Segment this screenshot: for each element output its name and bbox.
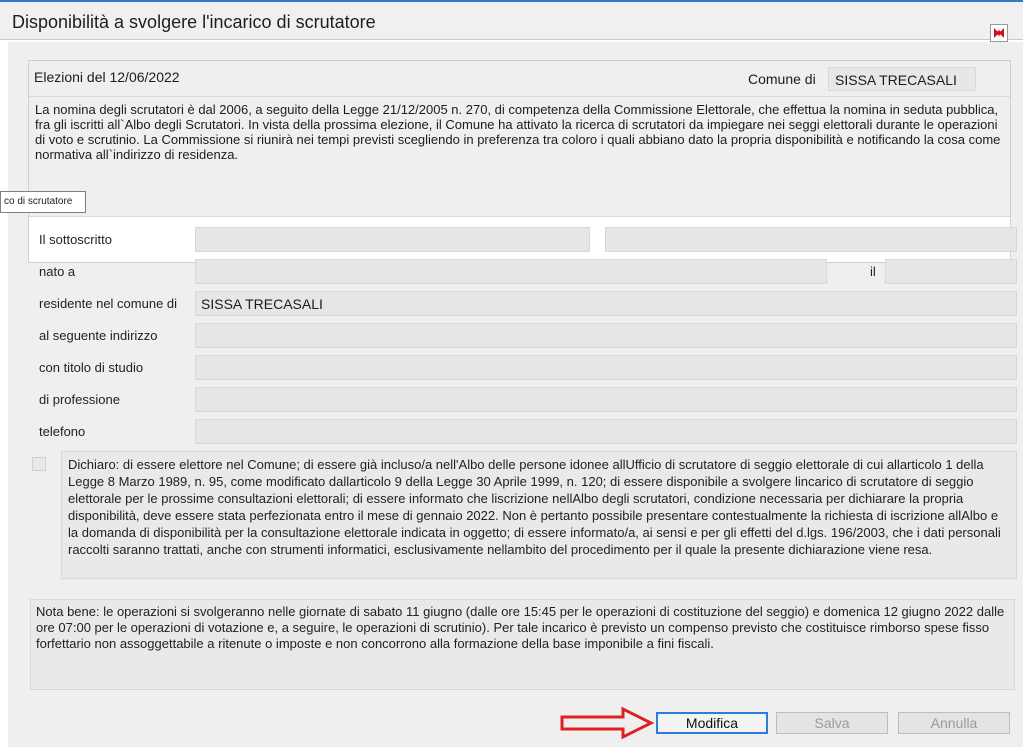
nota-bene-text: Nota bene: le operazioni si svolgeranno …	[30, 599, 1015, 690]
tooltip: co di scrutatore	[0, 191, 86, 213]
election-header: Elezioni del 12/06/2022 Comune di SISSA …	[29, 61, 1010, 96]
address-field[interactable]	[195, 323, 1017, 348]
comune-field: SISSA TRECASALI	[828, 67, 976, 91]
titolo-label: con titolo di studio	[39, 360, 144, 375]
title-bar: Disponibilità a svolgere l'incarico di s…	[0, 2, 1023, 42]
indirizzo-label: al seguente indirizzo	[39, 328, 158, 343]
intro-text: La nomina degli scrutatori è dal 2006, a…	[29, 96, 1010, 217]
phone-field[interactable]	[195, 419, 1017, 444]
sottoscritto-name-field[interactable]	[195, 227, 590, 252]
declaration-text: Dichiaro: di essere elettore nel Comune;…	[61, 451, 1017, 579]
sottoscritto-label: Il sottoscritto	[39, 232, 112, 247]
close-button[interactable]	[990, 24, 1008, 42]
telefono-label: telefono	[39, 424, 86, 439]
declaration-checkbox[interactable]	[32, 457, 46, 471]
annulla-button[interactable]: Annulla	[898, 712, 1010, 734]
window-title: Disponibilità a svolgere l'incarico di s…	[12, 12, 376, 32]
residence-field[interactable]: SISSA TRECASALI	[195, 291, 1017, 316]
modifica-button[interactable]: Modifica	[656, 712, 768, 734]
il-label: il	[870, 264, 876, 279]
salva-button[interactable]: Salva	[776, 712, 888, 734]
education-field[interactable]	[195, 355, 1017, 380]
comune-label: Comune di	[748, 71, 816, 87]
birthdate-field[interactable]	[885, 259, 1017, 284]
close-icon	[994, 28, 1004, 38]
residente-label: residente nel comune di	[39, 296, 178, 311]
election-date: Elezioni del 12/06/2022	[34, 69, 180, 85]
professione-label: di professione	[39, 392, 120, 407]
nato-label: nato a	[39, 264, 76, 279]
birthplace-field[interactable]	[195, 259, 827, 284]
profession-field[interactable]	[195, 387, 1017, 412]
sottoscritto-surname-field[interactable]	[605, 227, 1017, 252]
red-arrow-icon	[560, 706, 655, 740]
